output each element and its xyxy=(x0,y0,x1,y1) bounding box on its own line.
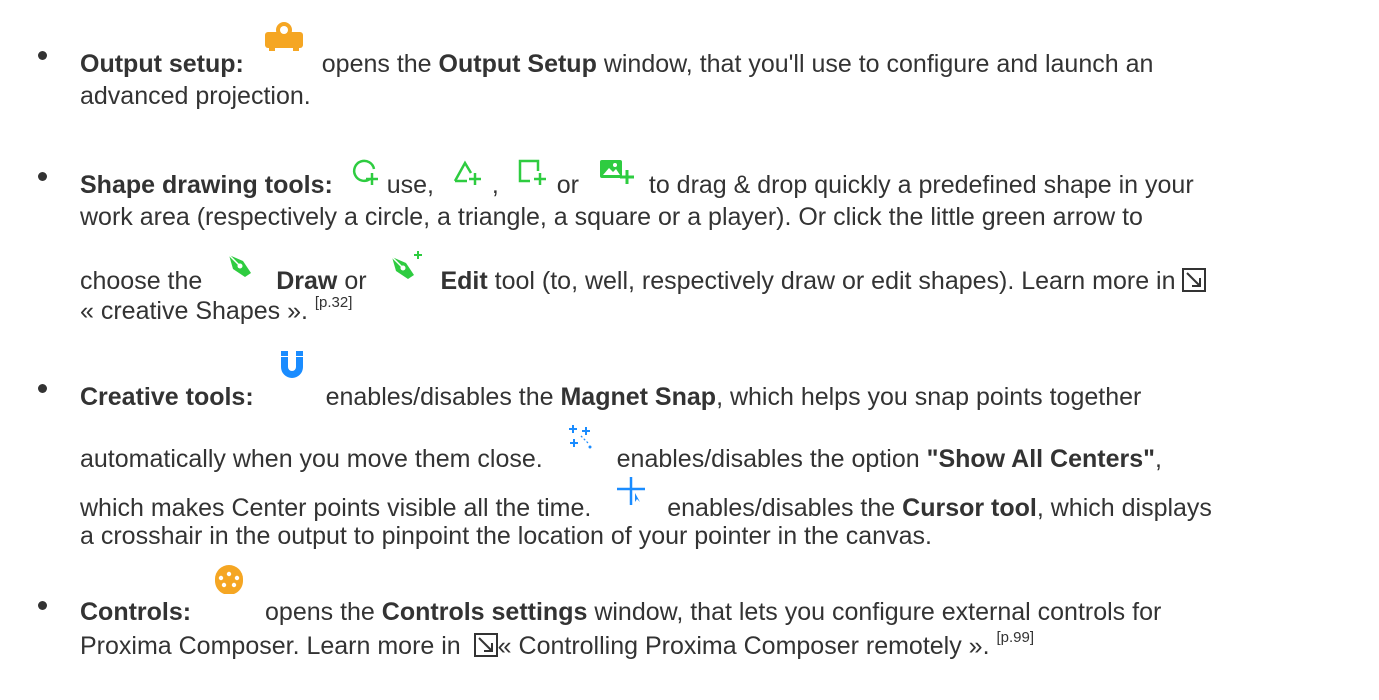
cursor-crosshair-icon[interactable] xyxy=(616,476,646,506)
projector-icon xyxy=(257,22,309,72)
page-reference[interactable]: [p.99] xyxy=(996,629,1034,646)
link-controlling-remotely[interactable]: « Controlling Proxima Composer remotely … xyxy=(498,632,990,660)
text-line: advanced projection. xyxy=(80,82,311,110)
text-line: automatically when you move them close. … xyxy=(80,423,1162,477)
show-centers-icon[interactable] xyxy=(566,423,596,453)
link-creative-shapes[interactable]: « creative Shapes ». xyxy=(80,297,308,325)
player-add-icon[interactable] xyxy=(598,157,636,187)
dmx-controls-icon[interactable] xyxy=(212,565,246,620)
link-arrow-icon[interactable] xyxy=(1182,266,1207,302)
text-line: a crosshair in the output to pinpoint th… xyxy=(80,522,932,550)
bullet xyxy=(38,601,47,610)
document-page: Output setup: opens the Output Setup win… xyxy=(0,0,1379,700)
square-add-icon[interactable] xyxy=(516,157,550,187)
item-label: Shape drawing tools: xyxy=(80,171,333,199)
text-line: Controls: opens the Controls settings wi… xyxy=(80,565,1161,630)
circle-add-icon[interactable] xyxy=(350,157,380,187)
text-line: work area (respectively a circle, a tria… xyxy=(80,203,1143,231)
text-line: Proxima Composer. Learn more in « Contro… xyxy=(80,628,1034,667)
page-reference[interactable]: [p.32] xyxy=(315,294,353,311)
edit-pen-icon[interactable] xyxy=(388,251,426,281)
text-line: Creative tools: enables/disables the Mag… xyxy=(80,351,1141,415)
bullet xyxy=(38,172,47,181)
triangle-add-icon[interactable] xyxy=(451,157,485,187)
magnet-icon[interactable] xyxy=(275,351,305,405)
text-line: « creative Shapes ». [p.32] xyxy=(80,293,352,329)
text-line: Output setup: opens the Output Setup win… xyxy=(80,22,1153,82)
draw-pen-icon[interactable] xyxy=(223,251,261,281)
item-label: Controls: xyxy=(80,598,192,626)
item-label: Output setup: xyxy=(80,50,244,78)
text-line: Shape drawing tools: use, , or to drag &… xyxy=(80,157,1194,203)
bullet xyxy=(38,384,47,393)
item-label: Creative tools: xyxy=(80,383,254,411)
bullet xyxy=(38,51,47,60)
link-arrow-icon[interactable] xyxy=(473,631,498,667)
